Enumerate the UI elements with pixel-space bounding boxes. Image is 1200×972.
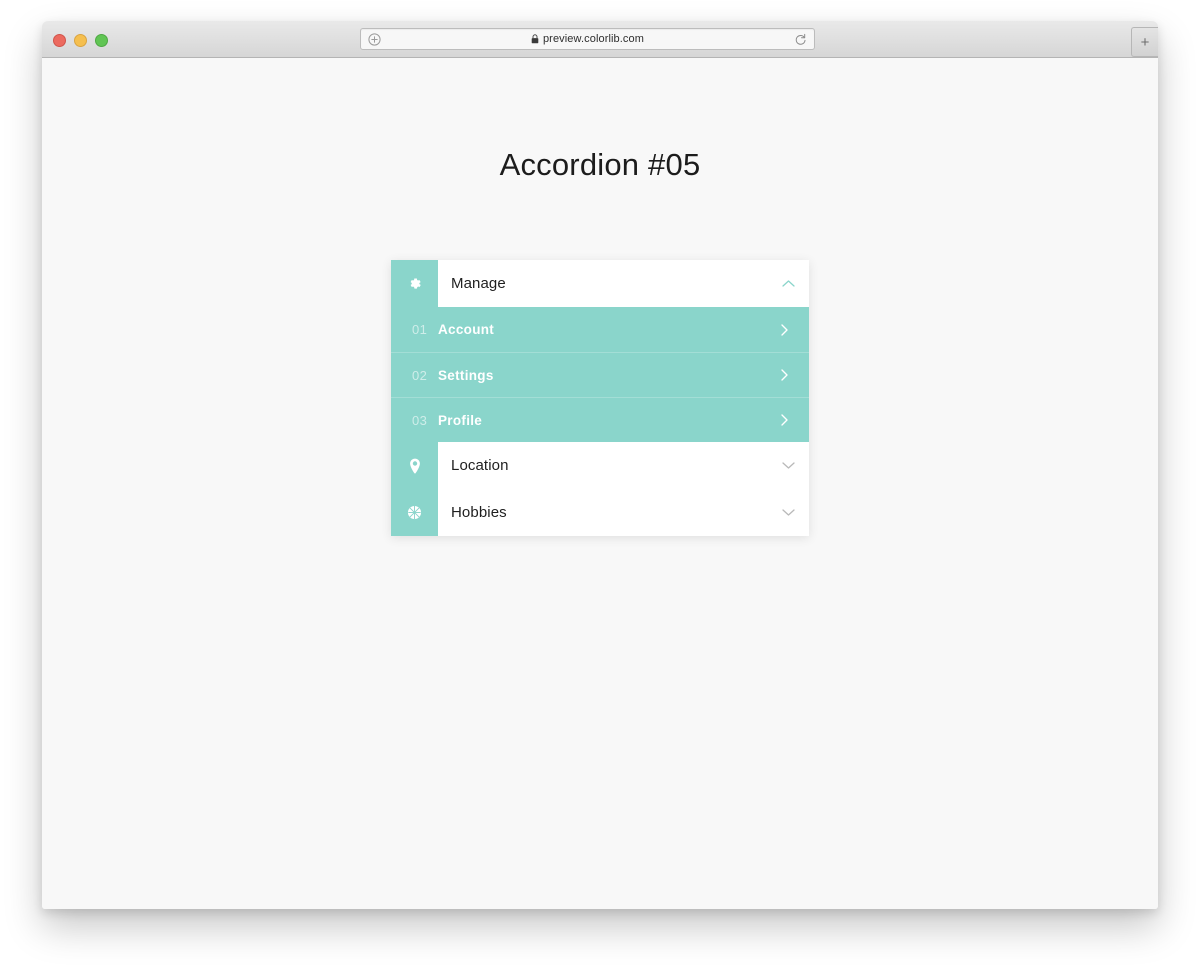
browser-window: preview.colorlib.com + Accordion #05 Man…: [42, 21, 1158, 909]
accordion-label-hobbies: Hobbies: [451, 504, 507, 521]
subitem-label: Settings: [438, 367, 494, 383]
reload-icon[interactable]: [793, 32, 807, 46]
list-item[interactable]: 01 Account: [391, 307, 809, 352]
browser-titlebar: preview.colorlib.com +: [42, 21, 1158, 58]
accordion-item-manage: Manage 01 Account 02 Settings 03 Profile: [391, 260, 809, 442]
new-tab-button[interactable]: +: [1131, 27, 1158, 57]
chevron-right-icon: [781, 307, 788, 352]
page-content: Accordion #05 Manage 01 Account 02 Setti…: [42, 58, 1158, 909]
subitem-label: Account: [438, 322, 495, 337]
address-bar[interactable]: preview.colorlib.com: [360, 28, 815, 50]
chevron-right-icon: [781, 353, 788, 397]
accordion-panel-manage: 01 Account 02 Settings 03 Profile: [391, 307, 809, 442]
list-item[interactable]: 03 Profile: [391, 397, 809, 442]
maximize-window-button[interactable]: [95, 34, 108, 47]
list-item[interactable]: 02 Settings: [391, 352, 809, 397]
subitem-number: 02: [412, 367, 428, 383]
accordion-header-hobbies[interactable]: Hobbies: [391, 489, 809, 536]
lock-icon: [531, 34, 539, 44]
accordion-header-manage[interactable]: Manage: [391, 260, 809, 307]
subitem-number: 03: [412, 412, 428, 428]
accordion-item-hobbies: Hobbies: [391, 489, 809, 536]
accordion-widget: Manage 01 Account 02 Settings 03 Profile…: [391, 260, 809, 536]
subitem-number: 01: [412, 322, 428, 337]
accordion-item-location: Location: [391, 442, 809, 489]
window-controls: [53, 34, 108, 47]
minimize-window-button[interactable]: [74, 34, 87, 47]
close-window-button[interactable]: [53, 34, 66, 47]
accordion-label-manage: Manage: [451, 275, 506, 292]
gear-icon: [391, 260, 438, 307]
ball-icon: [391, 489, 438, 536]
plus-icon: +: [1140, 33, 1150, 51]
page-title: Accordion #05: [499, 147, 701, 182]
url-text: preview.colorlib.com: [542, 33, 645, 45]
chevron-down-icon[interactable]: [767, 489, 809, 536]
chevron-down-icon[interactable]: [767, 442, 809, 489]
map-pin-icon: [391, 442, 438, 489]
address-bar-content: preview.colorlib.com: [361, 33, 814, 45]
circled-plus-icon[interactable]: [367, 32, 381, 46]
chevron-right-icon: [781, 398, 788, 442]
accordion-label-location: Location: [451, 457, 509, 474]
accordion-header-location[interactable]: Location: [391, 442, 809, 489]
chevron-up-icon[interactable]: [767, 260, 809, 307]
subitem-label: Profile: [438, 412, 483, 428]
